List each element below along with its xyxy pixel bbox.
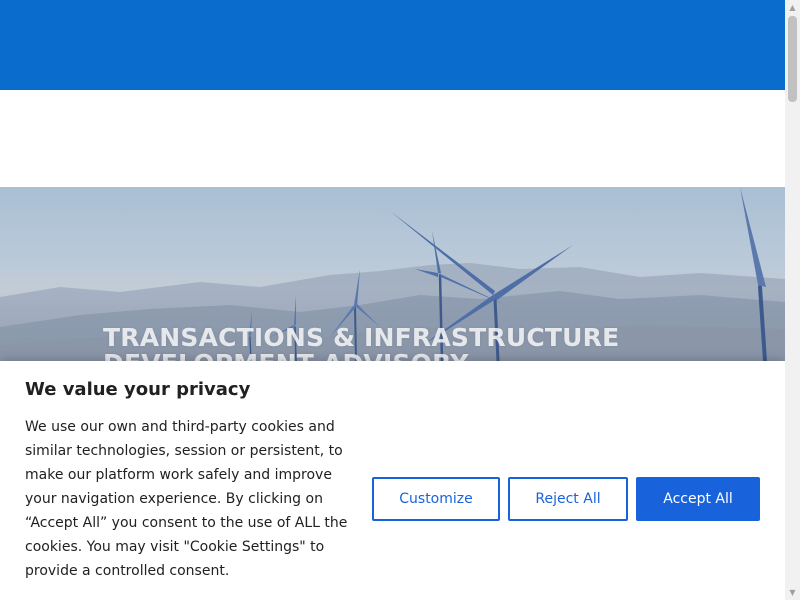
customize-button[interactable]: Customize: [372, 477, 500, 521]
hero-title-line-2: DEVELOPMENT ADVISORY: [103, 351, 619, 362]
nav-area: [0, 90, 785, 187]
cookie-consent-banner: We value your privacy We use our own and…: [0, 361, 785, 600]
scrollbar-thumb[interactable]: [788, 16, 797, 102]
hero-title-line-1: TRANSACTIONS & INFRASTRUCTURE: [103, 323, 620, 352]
hero-title: TRANSACTIONS & INFRASTRUCTURE DEVELOPMEN…: [103, 323, 620, 362]
hero-banner: TRANSACTIONS & INFRASTRUCTURE DEVELOPMEN…: [0, 187, 785, 361]
scroll-down-icon[interactable]: ▼: [785, 585, 800, 600]
cookie-banner-title: We value your privacy: [25, 379, 251, 400]
scroll-up-icon[interactable]: ▲: [785, 0, 800, 15]
reject-all-button[interactable]: Reject All: [508, 477, 628, 521]
page-scrollbar[interactable]: ▲ ▼: [785, 0, 800, 600]
accept-all-button[interactable]: Accept All: [636, 477, 760, 521]
site-header-bar: [0, 0, 785, 90]
cookie-banner-text: We use our own and third-party cookies a…: [25, 419, 348, 579]
